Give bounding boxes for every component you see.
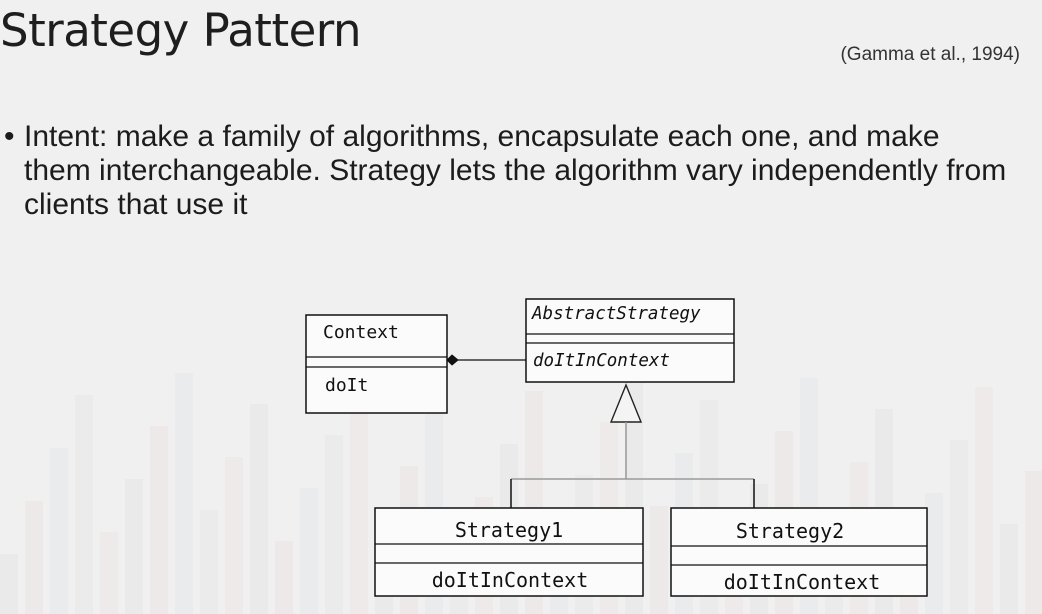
context-name: Context: [323, 322, 399, 343]
strategy2-name: Strategy2: [736, 519, 844, 543]
strategy1-name: Strategy1: [455, 518, 563, 542]
uml-diagram: Context doIt AbstractStrategy doItInCont…: [305, 298, 928, 597]
slide: Strategy Pattern (Gamma et al., 1994) • …: [0, 0, 1042, 614]
strategy2-class: Strategy2 doItInContext: [670, 507, 928, 597]
strategy2-method: doItInContext: [724, 570, 881, 594]
abstract-strategy-name: AbstractStrategy: [531, 304, 701, 324]
composition-diamond-icon: [446, 354, 459, 366]
strategy1-method: doItInContext: [432, 568, 589, 592]
abstract-strategy-class: AbstractStrategy doItInContext: [525, 298, 735, 383]
composition-association: [446, 354, 526, 366]
context-method: doIt: [325, 375, 368, 396]
abstract-strategy-method: doItInContext: [533, 351, 670, 371]
generalization-relation: [510, 383, 755, 508]
inheritance-triangle-icon: [609, 383, 643, 423]
context-class: Context doIt: [305, 314, 448, 414]
strategy1-class: Strategy1 doItInContext: [374, 507, 644, 597]
